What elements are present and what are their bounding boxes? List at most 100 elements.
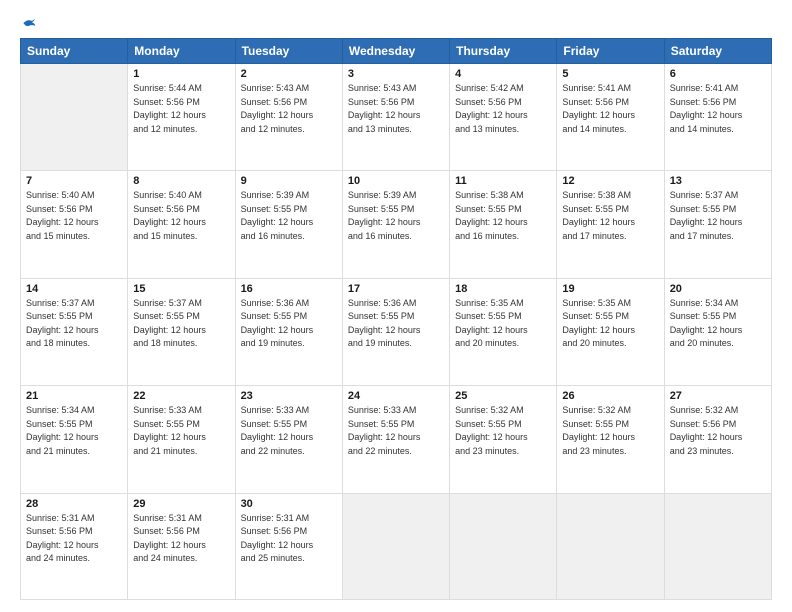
calendar-cell: 25 Sunrise: 5:32 AM Sunset: 5:55 PM Dayli… xyxy=(450,386,557,493)
day-number: 3 xyxy=(348,68,444,80)
day-number: 15 xyxy=(133,283,229,295)
day-number: 7 xyxy=(26,175,122,187)
calendar-cell: 27Sunrise: 5:32 AM Sunset: 5:56 PM Dayli… xyxy=(664,386,771,493)
day-info: Sunrise: 5:39 AM Sunset: 5:55 PM Dayligh… xyxy=(348,189,444,243)
calendar-cell: 29 Sunrise: 5:31 AM Sunset: 5:56 PM Dayli… xyxy=(128,493,235,599)
day-number: 26 xyxy=(562,390,658,402)
week-row-1: 1 Sunrise: 5:44 AM Sunset: 5:56 PM Daylig… xyxy=(21,64,772,171)
day-info: Sunrise: 5:37 AM Sunset: 5:55 PM Dayligh… xyxy=(26,297,122,351)
calendar-cell: 15 Sunrise: 5:37 AM Sunset: 5:55 PM Dayli… xyxy=(128,278,235,385)
day-info: Sunrise: 5:38 AM Sunset: 5:55 PM Dayligh… xyxy=(455,189,551,243)
day-info: Sunrise: 5:43 AM Sunset: 5:56 PM Dayligh… xyxy=(241,82,337,136)
calendar-cell xyxy=(450,493,557,599)
day-info: Sunrise: 5:35 AM Sunset: 5:55 PM Dayligh… xyxy=(562,297,658,351)
day-number: 2 xyxy=(241,68,337,80)
day-info: Sunrise: 5:34 AM Sunset: 5:55 PM Dayligh… xyxy=(670,297,766,351)
calendar-cell: 26 Sunrise: 5:32 AM Sunset: 5:55 PM Dayli… xyxy=(557,386,664,493)
day-number: 10 xyxy=(348,175,444,187)
calendar-cell: 9 Sunrise: 5:39 AM Sunset: 5:55 PM Daylig… xyxy=(235,171,342,278)
day-info: Sunrise: 5:32 AM Sunset: 5:55 PM Dayligh… xyxy=(562,404,658,458)
calendar-cell: 12Sunrise: 5:38 AM Sunset: 5:55 PM Dayli… xyxy=(557,171,664,278)
day-info: Sunrise: 5:35 AM Sunset: 5:55 PM Dayligh… xyxy=(455,297,551,351)
col-header-wednesday: Wednesday xyxy=(342,39,449,64)
calendar-header-row: SundayMondayTuesdayWednesdayThursdayFrid… xyxy=(21,39,772,64)
day-info: Sunrise: 5:39 AM Sunset: 5:55 PM Dayligh… xyxy=(241,189,337,243)
logo xyxy=(20,16,36,30)
day-number: 16 xyxy=(241,283,337,295)
calendar-cell: 14 Sunrise: 5:37 AM Sunset: 5:55 PM Dayli… xyxy=(21,278,128,385)
calendar-cell xyxy=(342,493,449,599)
day-number: 17 xyxy=(348,283,444,295)
day-info: Sunrise: 5:40 AM Sunset: 5:56 PM Dayligh… xyxy=(133,189,229,243)
calendar-cell xyxy=(557,493,664,599)
day-number: 8 xyxy=(133,175,229,187)
day-number: 4 xyxy=(455,68,551,80)
day-number: 30 xyxy=(241,498,337,510)
day-info: Sunrise: 5:42 AM Sunset: 5:56 PM Dayligh… xyxy=(455,82,551,136)
calendar-cell xyxy=(664,493,771,599)
col-header-monday: Monday xyxy=(128,39,235,64)
calendar-cell: 21 Sunrise: 5:34 AM Sunset: 5:55 PM Dayli… xyxy=(21,386,128,493)
calendar-cell: 23Sunrise: 5:33 AM Sunset: 5:55 PM Dayli… xyxy=(235,386,342,493)
day-info: Sunrise: 5:37 AM Sunset: 5:55 PM Dayligh… xyxy=(133,297,229,351)
calendar-cell: 6 Sunrise: 5:41 AM Sunset: 5:56 PM Daylig… xyxy=(664,64,771,171)
col-header-sunday: Sunday xyxy=(21,39,128,64)
day-number: 13 xyxy=(670,175,766,187)
day-number: 20 xyxy=(670,283,766,295)
calendar-cell: 20 Sunrise: 5:34 AM Sunset: 5:55 PM Dayli… xyxy=(664,278,771,385)
col-header-tuesday: Tuesday xyxy=(235,39,342,64)
day-number: 24 xyxy=(348,390,444,402)
col-header-saturday: Saturday xyxy=(664,39,771,64)
day-info: Sunrise: 5:41 AM Sunset: 5:56 PM Dayligh… xyxy=(670,82,766,136)
calendar-cell: 10 Sunrise: 5:39 AM Sunset: 5:55 PM Dayli… xyxy=(342,171,449,278)
day-number: 23 xyxy=(241,390,337,402)
day-info: Sunrise: 5:33 AM Sunset: 5:55 PM Dayligh… xyxy=(348,404,444,458)
calendar-cell: 18 Sunrise: 5:35 AM Sunset: 5:55 PM Dayli… xyxy=(450,278,557,385)
day-number: 14 xyxy=(26,283,122,295)
day-number: 29 xyxy=(133,498,229,510)
calendar-cell: 7 Sunrise: 5:40 AM Sunset: 5:56 PM Daylig… xyxy=(21,171,128,278)
day-info: Sunrise: 5:40 AM Sunset: 5:56 PM Dayligh… xyxy=(26,189,122,243)
day-info: Sunrise: 5:31 AM Sunset: 5:56 PM Dayligh… xyxy=(241,512,337,566)
calendar-cell: 11 Sunrise: 5:38 AM Sunset: 5:55 PM Dayli… xyxy=(450,171,557,278)
calendar-cell: 22Sunrise: 5:33 AM Sunset: 5:55 PM Dayli… xyxy=(128,386,235,493)
day-info: Sunrise: 5:32 AM Sunset: 5:56 PM Dayligh… xyxy=(670,404,766,458)
day-info: Sunrise: 5:36 AM Sunset: 5:55 PM Dayligh… xyxy=(241,297,337,351)
day-info: Sunrise: 5:31 AM Sunset: 5:56 PM Dayligh… xyxy=(133,512,229,566)
week-row-5: 28 Sunrise: 5:31 AM Sunset: 5:56 PM Dayli… xyxy=(21,493,772,599)
week-row-2: 7 Sunrise: 5:40 AM Sunset: 5:56 PM Daylig… xyxy=(21,171,772,278)
calendar-cell: 19 Sunrise: 5:35 AM Sunset: 5:55 PM Dayli… xyxy=(557,278,664,385)
calendar-cell: 24 Sunrise: 5:33 AM Sunset: 5:55 PM Dayli… xyxy=(342,386,449,493)
day-info: Sunrise: 5:33 AM Sunset: 5:55 PM Dayligh… xyxy=(133,404,229,458)
calendar-cell: 28 Sunrise: 5:31 AM Sunset: 5:56 PM Dayli… xyxy=(21,493,128,599)
day-number: 18 xyxy=(455,283,551,295)
header xyxy=(20,16,772,30)
day-number: 28 xyxy=(26,498,122,510)
day-info: Sunrise: 5:41 AM Sunset: 5:56 PM Dayligh… xyxy=(562,82,658,136)
calendar-cell: 1 Sunrise: 5:44 AM Sunset: 5:56 PM Daylig… xyxy=(128,64,235,171)
day-info: Sunrise: 5:32 AM Sunset: 5:55 PM Dayligh… xyxy=(455,404,551,458)
calendar-cell: 3Sunrise: 5:43 AM Sunset: 5:56 PM Daylig… xyxy=(342,64,449,171)
calendar-cell: 4 Sunrise: 5:42 AM Sunset: 5:56 PM Daylig… xyxy=(450,64,557,171)
calendar-cell: 17 Sunrise: 5:36 AM Sunset: 5:55 PM Dayli… xyxy=(342,278,449,385)
calendar-cell: 8 Sunrise: 5:40 AM Sunset: 5:56 PM Daylig… xyxy=(128,171,235,278)
week-row-3: 14 Sunrise: 5:37 AM Sunset: 5:55 PM Dayli… xyxy=(21,278,772,385)
day-number: 11 xyxy=(455,175,551,187)
day-number: 1 xyxy=(133,68,229,80)
day-number: 6 xyxy=(670,68,766,80)
day-number: 25 xyxy=(455,390,551,402)
calendar-cell: 5 Sunrise: 5:41 AM Sunset: 5:56 PM Daylig… xyxy=(557,64,664,171)
day-number: 5 xyxy=(562,68,658,80)
day-number: 21 xyxy=(26,390,122,402)
calendar-cell: 2 Sunrise: 5:43 AM Sunset: 5:56 PM Daylig… xyxy=(235,64,342,171)
day-info: Sunrise: 5:34 AM Sunset: 5:55 PM Dayligh… xyxy=(26,404,122,458)
logo-text xyxy=(20,16,36,30)
calendar-cell xyxy=(21,64,128,171)
day-info: Sunrise: 5:36 AM Sunset: 5:55 PM Dayligh… xyxy=(348,297,444,351)
day-info: Sunrise: 5:44 AM Sunset: 5:56 PM Dayligh… xyxy=(133,82,229,136)
day-number: 9 xyxy=(241,175,337,187)
day-info: Sunrise: 5:31 AM Sunset: 5:56 PM Dayligh… xyxy=(26,512,122,566)
day-number: 19 xyxy=(562,283,658,295)
calendar-cell: 30 Sunrise: 5:31 AM Sunset: 5:56 PM Dayli… xyxy=(235,493,342,599)
logo-bird-icon xyxy=(22,16,36,30)
